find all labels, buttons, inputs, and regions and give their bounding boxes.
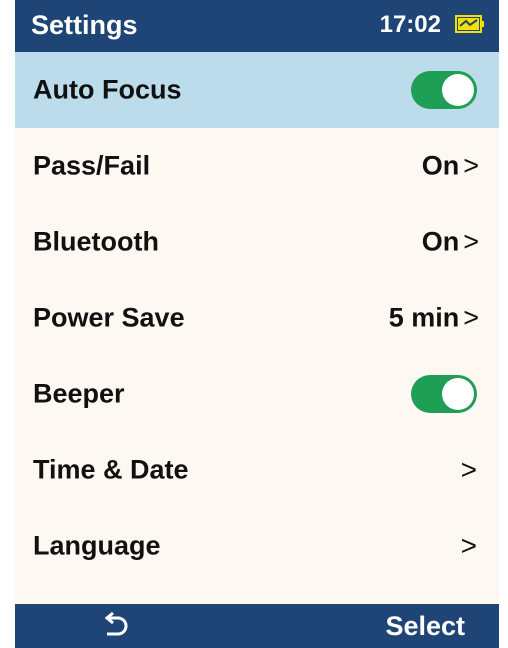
setting-pass-fail[interactable]: Pass/Fail On > [15, 128, 499, 204]
chevron-right-icon: > [460, 454, 477, 485]
value-text: 5 min [388, 302, 460, 333]
beeper-toggle[interactable] [411, 375, 477, 413]
setting-power-save[interactable]: Power Save 5 min > [15, 280, 499, 356]
setting-label: Pass/Fail [33, 150, 151, 181]
header-bar: Settings 17:02 [15, 0, 499, 52]
setting-label: Beeper [33, 378, 125, 409]
footer-bar: Select [15, 604, 499, 648]
chevron-right-icon: > [463, 150, 479, 181]
setting-auto-focus[interactable]: Auto Focus [15, 52, 499, 128]
settings-screen: Settings 17:02 Auto Focus Pass/Fail On >… [15, 0, 499, 648]
clock-time: 17:02 [379, 11, 441, 38]
setting-bluetooth[interactable]: Bluetooth On > [15, 204, 499, 280]
setting-value: On > [422, 227, 479, 258]
value-text: On [421, 226, 460, 257]
chevron-right-icon: > [463, 226, 479, 257]
select-button[interactable]: Select [385, 611, 465, 642]
setting-time-date[interactable]: Time & Date > [15, 432, 499, 508]
back-arrow-icon[interactable] [99, 611, 131, 642]
toggle-knob [442, 74, 474, 106]
chevron-right-icon: > [463, 302, 479, 333]
setting-label: Time & Date [33, 454, 189, 485]
value-text: On [421, 150, 460, 181]
battery-charging-icon [455, 15, 485, 33]
setting-beeper[interactable]: Beeper [15, 356, 499, 432]
setting-language[interactable]: Language > [15, 508, 499, 584]
setting-label: Language [33, 530, 161, 561]
page-title: Settings [31, 10, 138, 40]
setting-value: 5 min > [389, 303, 479, 334]
toggle-knob [442, 378, 474, 410]
setting-label: Auto Focus [33, 74, 182, 105]
setting-value: On > [422, 151, 479, 182]
setting-label: Power Save [33, 302, 185, 333]
chevron-right-icon: > [460, 530, 477, 561]
auto-focus-toggle[interactable] [411, 71, 477, 109]
setting-label: Bluetooth [33, 226, 159, 257]
